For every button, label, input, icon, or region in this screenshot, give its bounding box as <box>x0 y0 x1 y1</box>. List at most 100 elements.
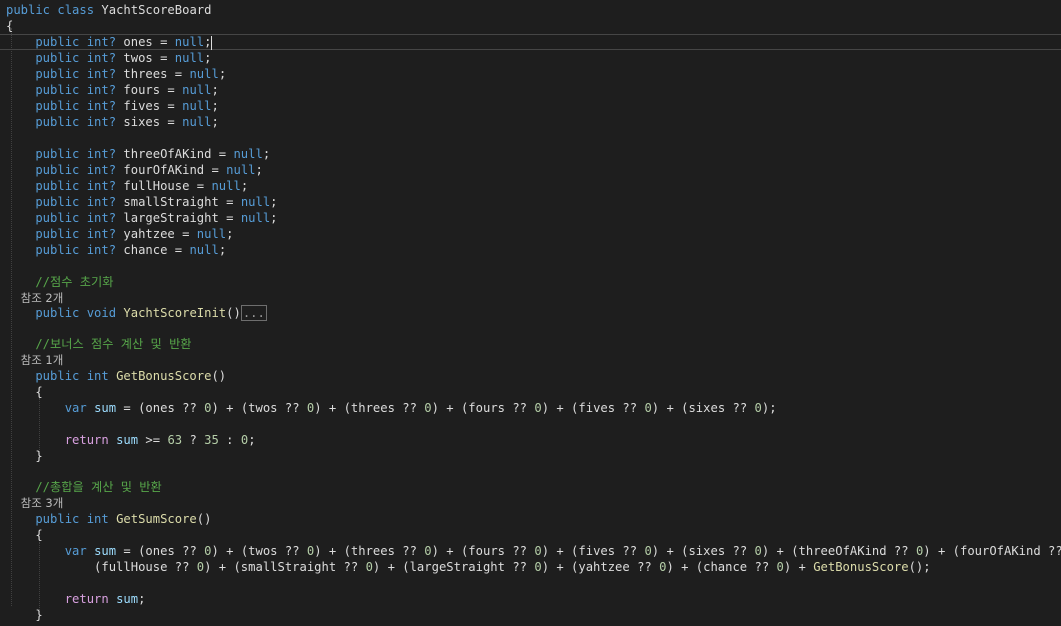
code-line[interactable]: var sum = (ones ?? 0) + (twos ?? 0) + (t… <box>0 543 1061 559</box>
code-line[interactable]: public int? fives = null; <box>0 98 1061 114</box>
reference-count-link[interactable]: 참조 1개 <box>6 353 64 367</box>
code-line[interactable]: public int? fullHouse = null; <box>0 178 1061 194</box>
code-token: ; <box>204 35 212 49</box>
code-token: var <box>6 401 95 415</box>
code-token: public class <box>6 3 102 17</box>
code-token: ; <box>204 51 212 65</box>
code-token: GetBonusScore <box>116 369 212 383</box>
code-line[interactable]: public int? yahtzee = null; <box>0 226 1061 242</box>
code-token: public int? <box>6 163 124 177</box>
code-token: null <box>211 179 241 193</box>
collapsed-region-button[interactable]: ... <box>240 305 267 321</box>
code-token: { <box>6 528 43 542</box>
code-line[interactable]: public int? threes = null; <box>0 66 1061 82</box>
code-token: ) + (smallStraight ?? <box>204 560 366 574</box>
code-line[interactable]: 참조 2개 <box>0 290 1061 306</box>
code-line[interactable] <box>0 130 1061 146</box>
code-token: fives = <box>123 99 183 113</box>
code-token: ; <box>262 147 271 161</box>
code-token: } <box>6 449 43 463</box>
reference-count-link[interactable]: 참조 3개 <box>6 496 64 510</box>
code-token: ; <box>226 227 234 241</box>
code-token: 0 <box>424 401 432 415</box>
code-token: ) + (sixes ?? <box>651 401 755 415</box>
code-token: 0 <box>534 544 542 558</box>
code-token: 0 <box>365 560 373 574</box>
code-token: ) + (largeStraight ?? <box>372 560 535 574</box>
code-token: null <box>196 227 227 241</box>
code-line[interactable]: //보너스 점수 계산 및 반환 <box>0 336 1061 352</box>
code-token: sum <box>94 544 117 558</box>
code-token: 0 <box>424 544 432 558</box>
code-line[interactable]: public int? largeStraight = null; <box>0 210 1061 226</box>
code-line[interactable]: public int? fourOfAKind = null; <box>0 162 1061 178</box>
code-token: ones = <box>123 35 175 49</box>
code-token: YachtScoreInit <box>123 306 227 320</box>
code-line[interactable]: 참조 1개 <box>0 352 1061 368</box>
code-token: null <box>182 115 212 129</box>
code-token: 0 <box>754 401 762 415</box>
code-line[interactable]: public class YachtScoreBoard <box>0 2 1061 18</box>
code-line[interactable]: (fullHouse ?? 0) + (smallStraight ?? 0) … <box>0 559 1061 575</box>
code-line[interactable]: public int? sixes = null; <box>0 114 1061 130</box>
code-token: GetBonusScore <box>813 560 909 574</box>
code-token: () <box>211 369 227 383</box>
code-line[interactable] <box>0 321 1061 337</box>
code-line[interactable] <box>0 258 1061 274</box>
code-token: null <box>182 83 212 97</box>
code-line[interactable]: { <box>0 384 1061 400</box>
code-line[interactable]: public int? ones = null; <box>0 34 1061 50</box>
code-token: 35 <box>204 433 219 447</box>
code-token: return <box>6 592 117 606</box>
code-token: YachtScoreBoard <box>101 3 212 17</box>
code-line[interactable]: //총합을 계산 및 반환 <box>0 479 1061 495</box>
code-line[interactable]: public int GetBonusScore() <box>0 368 1061 384</box>
code-token: public int? <box>6 147 124 161</box>
code-token: () <box>226 306 241 320</box>
code-token: //총합을 계산 및 반환 <box>6 480 162 494</box>
code-line[interactable]: var sum = (ones ?? 0) + (twos ?? 0) + (t… <box>0 400 1061 416</box>
code-editor[interactable]: public class YachtScoreBoard{ public int… <box>0 0 1061 626</box>
code-token: (fullHouse ?? <box>6 560 197 574</box>
code-line[interactable]: return sum >= 63 ? 35 : 0; <box>0 432 1061 448</box>
code-token: smallStraight = <box>123 195 241 209</box>
code-token: ; <box>211 83 219 97</box>
reference-count-link[interactable]: 참조 2개 <box>6 291 64 305</box>
code-line[interactable] <box>0 463 1061 479</box>
code-token: 0 <box>776 560 784 574</box>
code-line[interactable]: public void YachtScoreInit()... <box>0 305 1061 321</box>
code-token: fourOfAKind = <box>123 163 227 177</box>
code-token: fullHouse = <box>123 179 212 193</box>
code-token: { <box>6 385 43 399</box>
code-line[interactable]: //점수 초기화 <box>0 274 1061 290</box>
code-token: null <box>182 99 212 113</box>
code-token: ) + (fourOfAKind ?? <box>923 544 1061 558</box>
code-token: return <box>6 433 117 447</box>
code-token: null <box>240 195 271 209</box>
code-token: ; <box>270 211 278 225</box>
code-line[interactable]: public int? threeOfAKind = null; <box>0 146 1061 162</box>
code-token: = (ones ?? <box>116 544 205 558</box>
code-line[interactable]: } <box>0 607 1061 623</box>
code-line[interactable]: 참조 3개 <box>0 495 1061 511</box>
code-line[interactable]: public int? fours = null; <box>0 82 1061 98</box>
code-token: ) + (fours ?? <box>431 401 535 415</box>
code-line[interactable]: public int? smallStraight = null; <box>0 194 1061 210</box>
code-token: ; <box>218 67 227 81</box>
code-line[interactable] <box>0 575 1061 591</box>
code-line[interactable] <box>0 416 1061 432</box>
code-token: 0 <box>644 544 652 558</box>
code-line[interactable]: public int? chance = null; <box>0 242 1061 258</box>
code-token: 0 <box>754 544 762 558</box>
code-line[interactable]: public int GetSumScore() <box>0 511 1061 527</box>
code-line[interactable]: } <box>0 448 1061 464</box>
code-token: 0 <box>534 401 542 415</box>
code-token: public int? <box>6 67 124 81</box>
code-token: null <box>233 147 263 161</box>
code-line[interactable]: { <box>0 527 1061 543</box>
code-line[interactable]: { <box>0 18 1061 34</box>
code-token: null <box>226 163 256 177</box>
code-line[interactable]: return sum; <box>0 591 1061 607</box>
code-token: yahtzee = <box>123 227 197 241</box>
code-line[interactable]: public int? twos = null; <box>0 50 1061 66</box>
